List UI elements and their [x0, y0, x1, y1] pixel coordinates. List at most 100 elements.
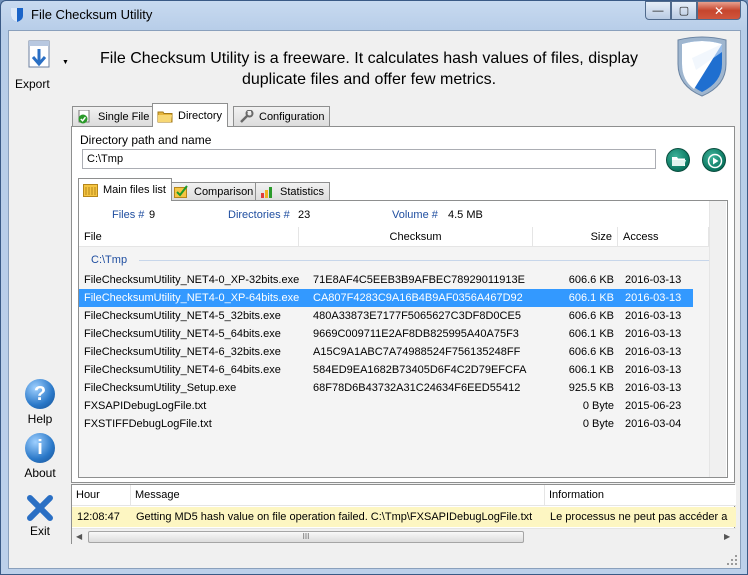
- table-row[interactable]: FileChecksumUtility_NET4-5_32bits.exe 480…: [79, 307, 693, 325]
- access-date-cell: 2016-03-13: [625, 292, 682, 304]
- log-header: Hour Message Information: [72, 485, 736, 506]
- info-icon: i: [25, 433, 55, 463]
- shield-logo-icon: [677, 36, 727, 97]
- close-button[interactable]: ✕: [697, 1, 741, 20]
- tab-configuration[interactable]: Configuration: [233, 106, 331, 126]
- maximize-button[interactable]: ▢: [671, 1, 697, 20]
- scroll-thumb[interactable]: III: [88, 531, 524, 543]
- directory-path-input[interactable]: C:\Tmp: [82, 149, 656, 169]
- about-label: About: [24, 466, 56, 480]
- app-window: File Checksum Utility — ▢ ✕ ▼ Export ? H…: [0, 0, 748, 575]
- main-files-list-panel: Files # 9 Directories # 23 Volume # 4.5 …: [78, 200, 728, 478]
- log-column-message[interactable]: Message: [131, 485, 545, 506]
- checksum-cell: 480A33873E7177F5065627C3DF8D0CE5: [313, 310, 521, 322]
- exit-label: Exit: [29, 524, 50, 538]
- file-list-header: File Checksum Size Access: [79, 227, 709, 247]
- minimize-button[interactable]: —: [645, 1, 671, 20]
- scroll-left-icon[interactable]: ◀: [76, 532, 82, 541]
- exit-button[interactable]: Exit: [17, 493, 63, 543]
- app-description: File Checksum Utility is a freeware. It …: [89, 48, 649, 90]
- client-area: ▼ Export ? Help i About File Checksum Ut…: [8, 30, 741, 569]
- directory-path-label: Directory path and name: [80, 133, 212, 147]
- about-button[interactable]: i About: [17, 433, 63, 483]
- list-icon: [83, 183, 98, 197]
- checksum-cell: 584ED9EA1682B73405D6F4C2D79EFCFA: [313, 364, 527, 376]
- main-tab-control: Single File Directory Configuration Dire…: [71, 101, 735, 483]
- tab-directory[interactable]: Directory: [152, 103, 229, 127]
- size-cell: 606.1 KB: [568, 328, 614, 340]
- column-header-size[interactable]: Size: [533, 227, 618, 247]
- exit-x-icon: [27, 495, 53, 521]
- tab-comparison[interactable]: Comparison: [169, 182, 260, 200]
- resize-grip-icon[interactable]: [726, 554, 738, 566]
- check-icon: [78, 109, 90, 123]
- app-icon: [11, 8, 23, 22]
- directories-count-label: Directories #: [228, 209, 290, 221]
- browse-folder-button[interactable]: [666, 148, 690, 172]
- run-scan-button[interactable]: [702, 148, 726, 172]
- checksum-cell: 68F78D6B43732A31C24634F6EED55412: [313, 382, 521, 394]
- log-message: Getting MD5 hash value on file operation…: [136, 511, 533, 523]
- description-line-1: File Checksum Utility is a freeware. It …: [100, 50, 638, 67]
- export-label: Export: [15, 77, 50, 91]
- volume-value: 4.5 MB: [448, 209, 483, 221]
- play-icon: [707, 153, 723, 169]
- description-line-2: duplicate files and offer few metrics.: [241, 71, 497, 88]
- export-button[interactable]: ▼ Export: [13, 37, 69, 91]
- scroll-right-icon[interactable]: ▶: [724, 532, 730, 541]
- compare-check-icon: [174, 185, 188, 198]
- tab-configuration-label: Configuration: [259, 110, 325, 123]
- table-row[interactable]: FileChecksumUtility_NET4-5_64bits.exe 966…: [79, 325, 693, 343]
- table-row[interactable]: FileChecksumUtility_NET4-6_64bits.exe 584…: [79, 361, 693, 379]
- table-row[interactable]: FileChecksumUtility_NET4-0_XP-32bits.exe…: [79, 271, 693, 289]
- log-horizontal-scrollbar[interactable]: ◀ III ▶: [72, 528, 736, 544]
- access-date-cell: 2016-03-13: [625, 346, 682, 358]
- tab-single-file[interactable]: Single File: [72, 106, 156, 126]
- column-header-file[interactable]: File: [79, 227, 299, 247]
- log-hour: 12:08:47: [77, 511, 120, 523]
- table-row[interactable]: FileChecksumUtility_NET4-0_XP-64bits.exe…: [79, 289, 693, 307]
- help-label: Help: [27, 412, 53, 426]
- size-cell: 0 Byte: [582, 400, 614, 412]
- help-button[interactable]: ? Help: [17, 379, 63, 429]
- help-icon: ?: [25, 379, 55, 409]
- log-panel: Hour Message Information 12:08:47 Gettin…: [71, 484, 736, 544]
- log-column-information[interactable]: Information: [545, 485, 736, 506]
- export-icon: [28, 40, 50, 68]
- tab-directory-label: Directory: [178, 109, 223, 122]
- file-name-cell: FXSTIFFDebugLogFile.txt: [84, 418, 212, 430]
- files-count-label: Files #: [112, 209, 145, 221]
- checksum-cell: 9669C009711E2AF8DB825995A40A75F3: [313, 328, 519, 340]
- table-row[interactable]: FileChecksumUtility_Setup.exe 68F78D6B437…: [79, 379, 693, 397]
- log-row[interactable]: 12:08:47 Getting MD5 hash value on file …: [72, 507, 736, 527]
- group-divider: [139, 260, 709, 261]
- column-header-checksum[interactable]: Checksum: [299, 227, 533, 247]
- title-bar[interactable]: File Checksum Utility — ▢ ✕: [1, 1, 747, 29]
- file-name-cell: FXSAPIDebugLogFile.txt: [84, 400, 207, 412]
- log-column-hour[interactable]: Hour: [72, 485, 131, 506]
- files-count-value: 9: [149, 209, 156, 221]
- access-date-cell: 2016-03-13: [625, 310, 682, 322]
- tab-single-file-label: Single File: [98, 110, 150, 123]
- checksum-cell: A15C9A1ABC7A74988524F756135248FF: [313, 346, 521, 358]
- tab-main-files-list[interactable]: Main files list: [78, 178, 172, 201]
- table-row[interactable]: FileChecksumUtility_NET4-6_32bits.exe A15…: [79, 343, 693, 361]
- folder-icon: [157, 111, 173, 122]
- table-row[interactable]: FXSAPIDebugLogFile.txt 0 Byte 2015-06-23: [79, 397, 693, 415]
- size-cell: 606.1 KB: [568, 292, 614, 304]
- export-dropdown-icon[interactable]: ▼: [62, 59, 69, 66]
- tab-statistics-label: Statistics: [280, 185, 325, 198]
- directory-panel: Directory path and name C:\Tmp Main file…: [71, 126, 735, 483]
- tab-statistics[interactable]: Statistics: [255, 182, 331, 200]
- file-list[interactable]: File Checksum Size Access C:\Tmp FileChe…: [79, 227, 709, 477]
- table-row[interactable]: FXSTIFFDebugLogFile.txt 0 Byte 2016-03-04: [79, 415, 693, 433]
- file-list-scrollbar[interactable]: [709, 201, 726, 477]
- wrench-icon: [240, 109, 254, 123]
- checksum-cell: 71E8AF4C5EEB3B9AFBEC78929011913E: [313, 274, 525, 286]
- results-tab-control: Main files list Comparison Statistics Fi…: [78, 176, 728, 478]
- size-cell: 606.6 KB: [568, 274, 614, 286]
- size-cell: 925.5 KB: [568, 382, 614, 394]
- access-date-cell: 2016-03-13: [625, 382, 682, 394]
- column-header-access[interactable]: Access: [618, 227, 709, 247]
- bar-chart-icon: [261, 187, 272, 198]
